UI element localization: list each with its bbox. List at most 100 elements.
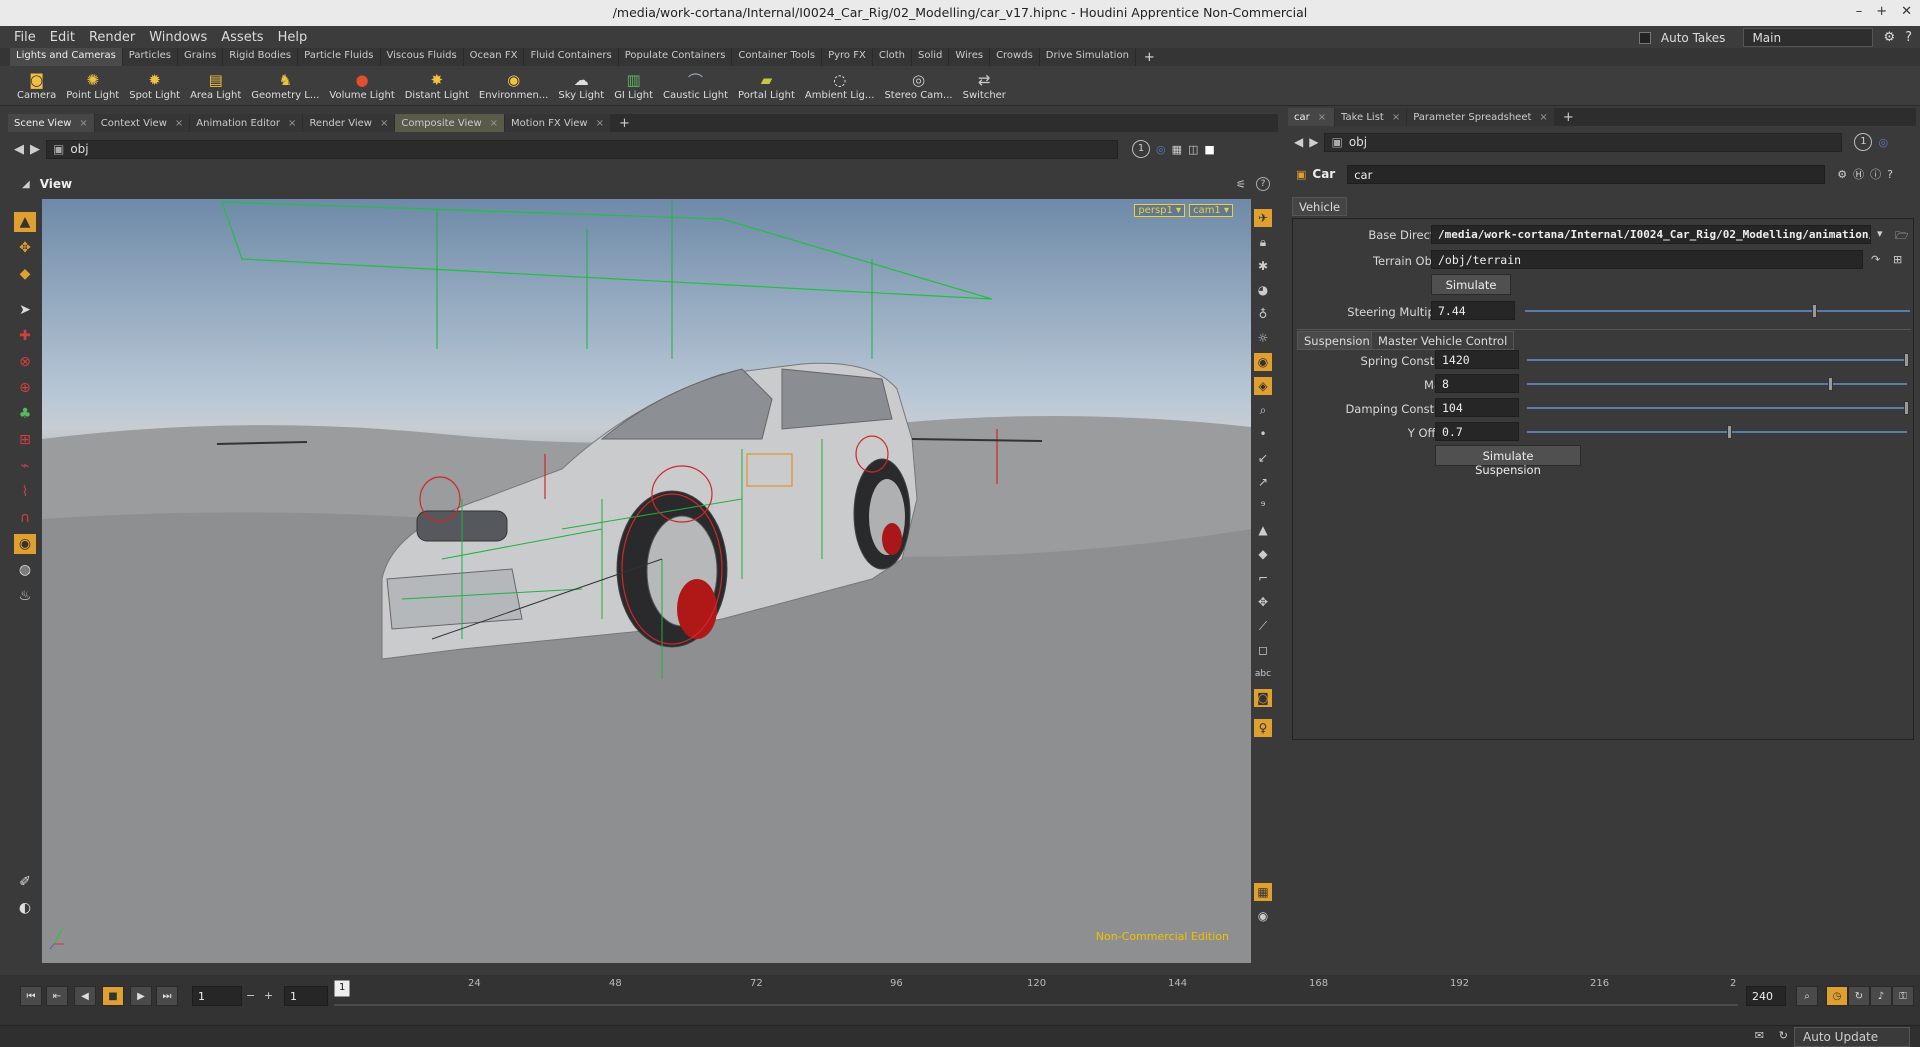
shelf-tab-fluid-containers[interactable]: Fluid Containers [524,48,619,66]
viewport-layout-icon[interactable]: ■ [1204,143,1214,156]
ghost-icon[interactable]: ✱ [1254,257,1272,275]
back-arrow-icon[interactable]: ◀ [14,142,24,157]
viewer-settings-icon[interactable]: ⚟ [1236,178,1246,191]
y-offset-slider[interactable] [1527,431,1907,433]
tab-car[interactable]: car × [1288,108,1334,126]
menu-help[interactable]: Help [278,30,308,45]
node-name-field[interactable]: car [1347,164,1826,184]
help-icon[interactable]: ? [1887,168,1893,181]
light-icon[interactable]: ♁ [1254,305,1272,323]
help-icon[interactable]: ? [1905,30,1912,45]
timeline-ruler[interactable]: 1 24 48 72 96 120 144 168 192 216 2 [333,975,1738,1015]
jump-to-node-icon[interactable]: ↷ [1871,253,1880,266]
menu-windows[interactable]: Windows [149,30,207,45]
shelf-tab-solid[interactable]: Solid [912,48,950,66]
auto-takes-checkbox[interactable] [1638,31,1651,44]
shelf-tab-grains[interactable]: Grains [178,48,224,66]
shelf-tab-crowds[interactable]: Crowds [990,48,1040,66]
scene-path-field[interactable]: ▣ obj [46,139,1118,159]
damping-constant-field[interactable]: 104 [1435,398,1519,417]
tool-gi-light[interactable]: ▥ GI Light [609,70,658,101]
tool-sky-light[interactable]: ☁ Sky Light [553,70,609,101]
shelf-tab-cloth[interactable]: Cloth [873,48,912,66]
transform-tool-icon[interactable]: ⊗ [14,352,36,372]
tab-composite-view[interactable]: Composite View × [395,114,505,132]
pose-tool-icon[interactable]: ♣ [14,404,36,424]
chat-icon[interactable]: ✉ [1755,1029,1764,1042]
tab-animation-editor[interactable]: Animation Editor × [190,114,303,132]
audio-icon[interactable]: ♪ [1870,986,1892,1006]
close-icon[interactable]: × [380,118,388,129]
simulate-button[interactable]: Simulate [1431,274,1511,295]
tool-switcher[interactable]: ⇄ Switcher [958,70,1011,101]
vector-display-icon[interactable]: ↗ [1254,473,1272,491]
page-number-badge[interactable]: 1 [1132,140,1150,158]
number-display-icon[interactable]: ⁹ [1254,497,1272,515]
step-field[interactable]: 1 [284,986,328,1006]
keys-icon[interactable]: ⚿ [1892,986,1914,1006]
play-icon[interactable]: ▶ [130,986,152,1006]
add-tab-icon[interactable]: + [1555,110,1582,125]
hull-display-icon[interactable]: ◆ [1254,545,1272,563]
shading-icon[interactable]: ◕ [1254,281,1272,299]
viewer-help-icon[interactable]: ? [1256,177,1270,191]
tool-environment-light[interactable]: ◉ Environmen... [474,70,553,101]
play-reverse-icon[interactable]: ◀ [74,986,96,1006]
display-options-icon[interactable]: ▦ [1172,143,1182,156]
render-region-icon[interactable]: ♨ [14,586,36,606]
shelf-tab-particles[interactable]: Particles [123,48,178,66]
snap-grid-icon[interactable]: ⊞ [14,430,36,450]
mass-knob[interactable] [1828,377,1833,391]
settings-icon[interactable]: ⚙ [1883,30,1895,45]
tool-ambient-light[interactable]: ◌ Ambient Lig... [800,70,880,101]
back-arrow-icon[interactable]: ◀ [1294,135,1303,149]
end-frame-field[interactable]: 240 [1746,986,1786,1006]
menu-assets[interactable]: Assets [221,30,263,45]
lock-icon[interactable]: 🔒︎ [1254,233,1272,251]
tab-suspension[interactable]: Suspension [1297,331,1377,350]
forward-arrow-icon[interactable]: ▶ [1309,135,1318,149]
tab-parameter-spreadsheet[interactable]: Parameter Spreadsheet × [1407,108,1554,126]
tab-context-view[interactable]: Context View × [94,114,190,132]
menu-edit[interactable]: Edit [50,30,75,45]
lock-camera-icon[interactable]: ✈ [1254,209,1272,227]
auto-update-dropdown[interactable]: Auto Update [1794,1027,1910,1047]
stop-icon[interactable]: ■ [102,986,124,1006]
viewer-menu-icon[interactable]: ◢ [22,179,30,190]
decrement-icon[interactable]: − [246,989,255,1002]
tool-camera[interactable]: ◙ Camera [12,70,61,101]
eye-icon[interactable]: ◉ [1254,907,1272,925]
shelf-tab-populate-containers[interactable]: Populate Containers [619,48,733,66]
close-icon[interactable]: ✕ [1901,4,1912,19]
magnet-icon[interactable]: ∩ [14,508,36,528]
visibility-icon[interactable]: ◉ [1254,353,1272,371]
spring-constant-slider[interactable] [1527,359,1907,361]
tool-area-light[interactable]: ▤ Area Light [185,70,246,101]
shelf-tab-viscous-fluids[interactable]: Viscous Fluids [381,48,464,66]
select-tool-icon[interactable]: ▲ [14,212,36,232]
increment-icon[interactable]: + [264,989,273,1002]
snap-edge-icon[interactable]: ⌇ [14,482,36,502]
damping-constant-slider[interactable] [1527,407,1907,409]
scale-tool-icon[interactable]: ✚ [14,326,36,346]
tool-portal-light[interactable]: ▰ Portal Light [733,70,800,101]
minimize-icon[interactable]: – [1856,4,1863,19]
spring-constant-knob[interactable] [1904,353,1909,367]
hda-icon[interactable]: Ⓗ [1853,166,1864,182]
base-directory-field[interactable]: /media/work-cortana/Internal/I0024_Car_R… [1431,225,1871,244]
node-chooser-icon[interactable]: ⊞ [1893,253,1902,266]
pin-icon[interactable]: ◎ [1878,136,1888,149]
background-icon[interactable]: ⌕ [1254,401,1272,419]
y-offset-knob[interactable] [1727,425,1732,439]
tab-render-view[interactable]: Render View × [303,114,395,132]
shelf-tab-container-tools[interactable]: Container Tools [732,48,823,66]
tool-spot-light[interactable]: ✹ Spot Light [124,70,185,101]
spring-constant-field[interactable]: 1420 [1435,350,1519,369]
prim-display-icon[interactable]: ▲ [1254,521,1272,539]
tool-caustic-light[interactable]: ⌒ Caustic Light [658,70,733,102]
mass-slider[interactable] [1527,383,1907,385]
square-display-icon[interactable]: ◻ [1254,641,1272,659]
corner-display-icon[interactable]: ⌐ [1254,569,1272,587]
close-icon[interactable]: × [1318,112,1326,123]
info-icon[interactable]: ⓘ [1870,166,1881,182]
